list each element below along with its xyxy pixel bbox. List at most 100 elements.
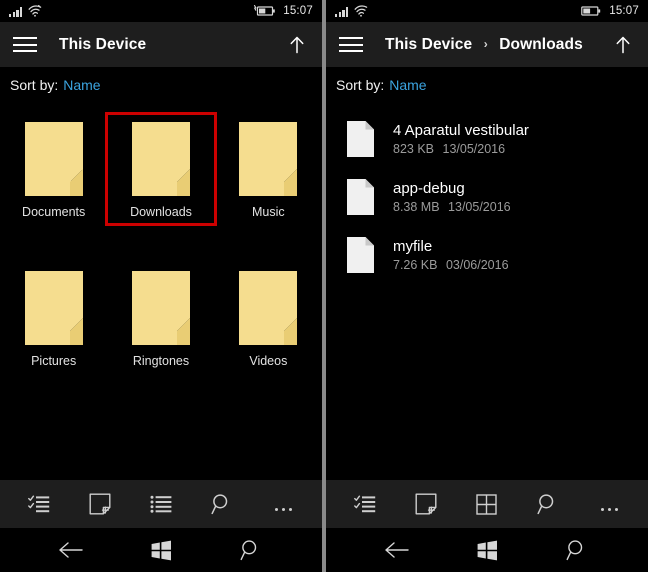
file-icon — [347, 121, 374, 157]
phone-screen-left: 15:07 This Device Sort by: Name Document… — [0, 0, 322, 572]
list-view-button[interactable] — [138, 482, 184, 526]
command-bar: This Device — [0, 22, 322, 67]
sort-value[interactable]: Name — [389, 77, 426, 93]
signal-bars-icon — [335, 6, 349, 17]
status-right-icons: 15:07 — [251, 5, 313, 17]
search-icon — [566, 540, 583, 561]
select-list-icon — [353, 495, 375, 513]
folder-icon — [239, 122, 298, 196]
file-meta: myfile 7.26 KB 03/06/2016 — [393, 237, 509, 274]
file-icon — [347, 179, 374, 215]
select-button[interactable] — [16, 482, 62, 526]
sort-value[interactable]: Name — [63, 77, 100, 93]
nav-search-button[interactable] — [550, 530, 604, 570]
file-meta: 4 Aparatul vestibular 823 KB 13/05/2016 — [393, 121, 529, 158]
folder-icon — [24, 271, 83, 345]
file-date: 03/06/2016 — [445, 257, 509, 272]
more-icon — [274, 497, 293, 511]
more-button[interactable] — [260, 482, 306, 526]
breadcrumb-item-root[interactable]: This Device — [59, 36, 146, 53]
hamburger-menu-icon[interactable] — [10, 30, 40, 60]
folder-icon — [131, 271, 190, 345]
file-list: 4 Aparatul vestibular 823 KB 13/05/2016 … — [326, 102, 648, 284]
file-details: 823 KB 13/05/2016 — [393, 141, 529, 158]
folder-item-music[interactable]: Music — [215, 114, 322, 224]
folder-item-ringtones[interactable]: Ringtones — [107, 263, 214, 373]
folder-label: Music — [252, 205, 285, 219]
new-folder-icon — [89, 493, 111, 515]
folder-label: Videos — [249, 354, 288, 368]
up-arrow-icon[interactable] — [610, 32, 636, 58]
list-view-icon — [150, 495, 172, 513]
file-meta: app-debug 8.38 MB 13/05/2016 — [393, 179, 511, 216]
chevron-right-icon: › — [483, 36, 488, 51]
new-folder-button[interactable] — [77, 482, 123, 526]
new-folder-button[interactable] — [403, 482, 449, 526]
sort-bar: Sort by: Name — [326, 67, 648, 102]
hamburger-menu-icon[interactable] — [336, 30, 366, 60]
search-button[interactable] — [525, 482, 571, 526]
status-clock: 15:07 — [283, 5, 313, 17]
folder-label: Pictures — [31, 354, 77, 368]
status-bar: 15:07 — [326, 0, 648, 22]
file-browser-content-grid: Documents Downloads Music Pictures Ringt… — [0, 102, 322, 480]
app-bar — [0, 480, 322, 528]
battery-icon — [581, 6, 601, 16]
phone-screen-right: 15:07 This Device › Downloads Sort by: N… — [326, 0, 648, 572]
file-name: myfile — [393, 237, 433, 255]
system-nav-bar — [326, 528, 648, 572]
select-button[interactable] — [342, 482, 388, 526]
more-button[interactable] — [586, 482, 632, 526]
nav-start-button[interactable] — [460, 530, 514, 570]
nav-back-button[interactable] — [370, 530, 424, 570]
folder-icon — [24, 122, 83, 196]
nav-start-button[interactable] — [134, 530, 188, 570]
status-clock: 15:07 — [609, 5, 639, 17]
file-size: 823 KB — [393, 141, 435, 156]
folder-item-videos[interactable]: Videos — [215, 263, 322, 373]
folder-item-downloads[interactable]: Downloads — [105, 112, 217, 226]
search-icon — [537, 494, 554, 515]
wifi-icon — [354, 5, 368, 17]
file-icon — [347, 237, 374, 273]
sort-bar: Sort by: Name — [0, 67, 322, 102]
more-icon — [600, 497, 619, 511]
status-left-icons — [9, 5, 43, 17]
file-size: 7.26 KB — [393, 257, 438, 272]
folder-label: Downloads — [130, 205, 192, 219]
file-browser-content-list: 4 Aparatul vestibular 823 KB 13/05/2016 … — [326, 102, 648, 480]
command-bar: This Device › Downloads — [326, 22, 648, 67]
back-arrow-icon — [385, 542, 409, 558]
folder-label: Ringtones — [132, 354, 190, 368]
list-item[interactable]: app-debug 8.38 MB 13/05/2016 — [326, 168, 648, 226]
select-list-icon — [27, 495, 49, 513]
search-icon — [240, 540, 257, 561]
file-name: 4 Aparatul vestibular — [393, 121, 529, 139]
file-details: 8.38 MB 13/05/2016 — [393, 199, 511, 216]
sort-label: Sort by: — [10, 76, 59, 93]
new-folder-icon — [415, 493, 437, 515]
battery-charging-icon — [254, 5, 276, 16]
windows-logo-icon — [477, 540, 497, 560]
folder-item-pictures[interactable]: Pictures — [0, 263, 107, 373]
folder-item-documents[interactable]: Documents — [0, 114, 107, 224]
grid-view-icon — [476, 493, 498, 515]
grid-view-button[interactable] — [464, 482, 510, 526]
folder-grid: Documents Downloads Music Pictures Ringt… — [0, 102, 322, 373]
list-item[interactable]: 4 Aparatul vestibular 823 KB 13/05/2016 — [326, 110, 648, 168]
file-name: app-debug — [393, 179, 465, 197]
windows-logo-icon — [151, 540, 171, 560]
folder-icon — [131, 122, 190, 196]
search-icon — [211, 494, 228, 515]
nav-back-button[interactable] — [44, 530, 98, 570]
status-left-icons — [335, 5, 369, 17]
nav-search-button[interactable] — [224, 530, 278, 570]
breadcrumb-item-root[interactable]: This Device — [385, 36, 472, 53]
dual-screenshot-comparison: 15:07 This Device Sort by: Name Document… — [0, 0, 648, 572]
breadcrumb-item-current[interactable]: Downloads — [499, 36, 583, 53]
folder-icon — [239, 271, 298, 345]
list-item[interactable]: myfile 7.26 KB 03/06/2016 — [326, 226, 648, 284]
search-button[interactable] — [199, 482, 245, 526]
up-arrow-icon[interactable] — [284, 32, 310, 58]
file-date: 13/05/2016 — [448, 199, 511, 214]
